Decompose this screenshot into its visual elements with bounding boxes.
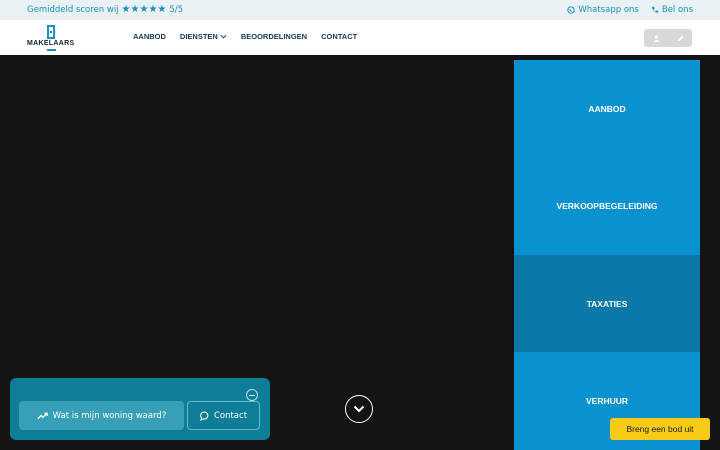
nav-item-contact[interactable]: CONTACT bbox=[321, 32, 357, 41]
panel-tile-verkoopbegeleiding[interactable]: VERKOOPBEGELEIDING bbox=[514, 157, 700, 255]
chevron-down-icon bbox=[220, 34, 227, 39]
main-menu: AANBOD DIENSTEN BEOORDELINGEN CONTACT bbox=[133, 32, 357, 41]
logo-underline bbox=[47, 49, 56, 51]
whatsapp-label: Whatsapp ons bbox=[578, 5, 639, 15]
panel-tile-aanbod[interactable]: AANBOD bbox=[514, 60, 700, 157]
services-panel: AANBOD VERKOOPBEGELEIDING TAXATIES VERHU… bbox=[514, 60, 700, 450]
rating-score: 5/5 bbox=[169, 5, 184, 15]
call-label: Bel ons bbox=[661, 5, 693, 15]
phone-icon bbox=[651, 6, 659, 13]
rating-text: Gemiddeld scoren wij bbox=[27, 5, 119, 15]
pencil-icon[interactable] bbox=[677, 35, 684, 42]
contact-button[interactable]: Contact bbox=[187, 401, 260, 430]
chevron-down-icon bbox=[353, 405, 365, 413]
contact-label: Contact bbox=[213, 410, 248, 421]
logo-wordmark: MAKELAARS bbox=[27, 40, 75, 47]
rating-summary: Gemiddeld scoren wij ★★★★★ 5/5 bbox=[27, 4, 184, 16]
nav-item-aanbod[interactable]: AANBOD bbox=[133, 32, 166, 41]
home-value-label: Wat is mijn woning waard? bbox=[52, 410, 167, 421]
rating-stars-icon: ★★★★★ bbox=[121, 4, 167, 15]
top-info-bar: Gemiddeld scoren wij ★★★★★ 5/5 Whatsapp … bbox=[0, 0, 720, 20]
whatsapp-icon bbox=[567, 6, 576, 14]
user-icon[interactable] bbox=[653, 35, 660, 42]
call-link[interactable]: Bel ons bbox=[651, 5, 693, 15]
scroll-down-button[interactable] bbox=[345, 395, 373, 423]
panel-tile-taxaties[interactable]: TAXATIES bbox=[514, 255, 700, 352]
place-bid-button[interactable]: Breng een bod uit bbox=[610, 418, 710, 440]
whatsapp-link[interactable]: Whatsapp ons bbox=[567, 5, 639, 15]
main-navbar: MAKELAARS AANBOD DIENSTEN BEOORDELINGEN … bbox=[0, 20, 720, 55]
account-actions bbox=[644, 29, 692, 47]
logo-mark-icon bbox=[47, 25, 55, 39]
logo[interactable]: MAKELAARS bbox=[27, 25, 77, 51]
chat-bubble-icon bbox=[200, 411, 209, 421]
minimize-icon[interactable] bbox=[246, 389, 258, 401]
nav-item-beoordelingen[interactable]: BEOORDELINGEN bbox=[241, 32, 307, 41]
nav-item-diensten-label: DIENSTEN bbox=[179, 32, 218, 41]
trending-up-icon bbox=[37, 412, 48, 419]
valuation-widget: Wat is mijn woning waard? Contact bbox=[10, 378, 270, 440]
nav-item-diensten[interactable]: DIENSTEN bbox=[180, 32, 227, 41]
home-value-button[interactable]: Wat is mijn woning waard? bbox=[19, 401, 184, 430]
